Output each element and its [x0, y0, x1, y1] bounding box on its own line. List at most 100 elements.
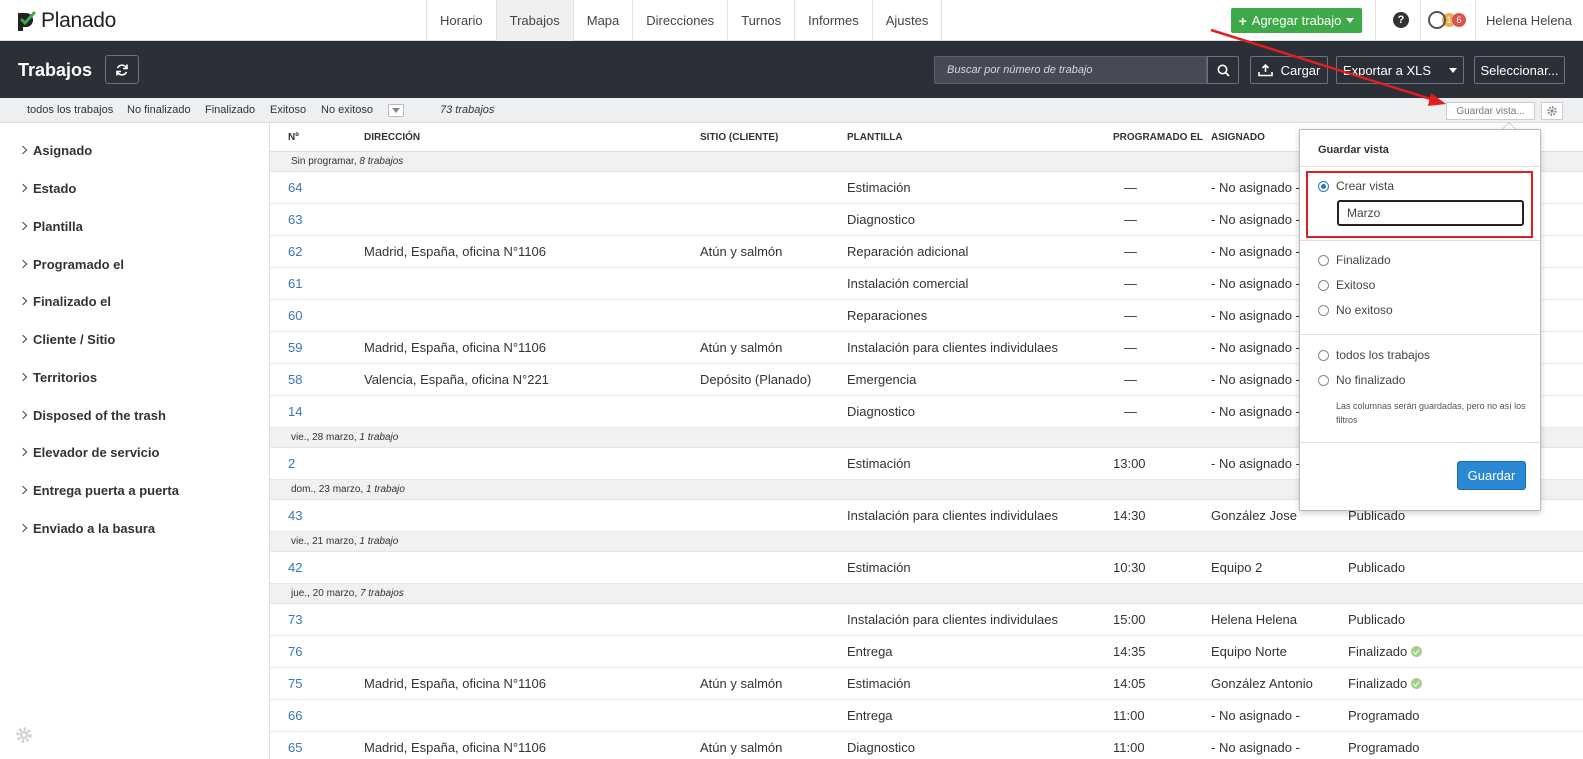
cell-text: Instalación para clientes individulaes — [847, 612, 1059, 627]
cell-num[interactable]: 63 — [288, 204, 302, 236]
sidebar-item-label: Asignado — [33, 142, 93, 158]
tab-horario[interactable]: Horario — [427, 0, 497, 41]
refresh-button[interactable] — [105, 55, 139, 84]
sidebar-filter-item[interactable]: Elevador de servicio — [18, 442, 159, 462]
save-view-button[interactable]: Guardar vista... — [1446, 102, 1535, 120]
sidebar-filter-item[interactable]: Estado — [18, 178, 76, 198]
group-count: 1 trabajo — [359, 536, 399, 547]
cell-text: Madrid, España, oficina N°1106 — [364, 340, 547, 355]
table-row[interactable]: 65 Madrid, España, oficina N°1106 Atún y s… — [270, 732, 1583, 759]
user-menu[interactable]: Helena Helena — [1486, 0, 1572, 41]
cell-num[interactable]: 75 — [288, 668, 302, 700]
cell-num[interactable]: 14 — [288, 396, 302, 428]
cell-text: Publicado — [1348, 612, 1406, 627]
filter-successful[interactable]: Exitoso — [270, 98, 306, 123]
table-row[interactable]: 66 Entrega 11:00 - No asignado - Programado — [270, 700, 1583, 732]
cell-num[interactable]: 43 — [288, 500, 302, 532]
cell-num[interactable]: 66 — [288, 700, 302, 732]
sidebar-filter-item[interactable]: Finalizado el — [18, 291, 111, 311]
sidebar-filter-item[interactable]: Territorios — [18, 367, 97, 387]
table-row[interactable]: 75 Madrid, España, oficina N°1106 Atún y s… — [270, 668, 1583, 700]
job-search-input[interactable] — [934, 56, 1207, 84]
col-number[interactable]: Nº — [288, 123, 299, 152]
cell-text: Publicado — [1348, 560, 1406, 575]
cell-site: Atún y salmón — [700, 668, 782, 700]
cell-text: - No asignado - — [1211, 456, 1300, 471]
cell-text: 14 — [288, 404, 303, 419]
sidebar-filter-item[interactable]: Asignado — [18, 140, 93, 160]
col-address[interactable]: Dirección — [364, 123, 420, 152]
cell-num[interactable]: 64 — [288, 172, 302, 204]
cell-num[interactable]: 58 — [288, 364, 302, 396]
table-row[interactable]: 42 Estimación 10:30 Equipo 2 Publicado — [270, 552, 1583, 584]
cell-num[interactable]: 59 — [288, 332, 302, 364]
radio-label: No finalizado — [1336, 373, 1406, 387]
cell-num[interactable]: 42 — [288, 552, 302, 584]
sidebar-filter-item[interactable]: Cliente / Sitio — [18, 329, 115, 349]
radio-unsuccessful[interactable]: No exitoso — [1318, 302, 1393, 318]
select-button[interactable]: Seleccionar... — [1474, 56, 1565, 84]
notifications[interactable]: 1 6 — [1428, 11, 1466, 29]
radio-all-jobs[interactable]: todos los trabajos — [1318, 347, 1430, 363]
group-date: vie., 21 marzo — [291, 536, 354, 547]
sidebar-filter-item[interactable]: Programado el — [18, 254, 124, 274]
search-button[interactable] — [1207, 56, 1239, 84]
tab-ajustes[interactable]: Ajustes — [873, 0, 943, 41]
radio-finished[interactable]: Finalizado — [1318, 252, 1391, 268]
filter-dropdown[interactable] — [388, 104, 404, 117]
tab-mapa[interactable]: Mapa — [574, 0, 634, 41]
sidebar-filter-item[interactable]: Disposed of the trash — [18, 405, 166, 425]
search-icon — [1217, 64, 1230, 77]
help-icon[interactable]: ? — [1393, 12, 1409, 28]
cell-text: Diagnostico — [847, 404, 915, 419]
add-job-button[interactable]: + Agregar trabajo — [1231, 8, 1362, 33]
status-filter-bar: todos los trabajos No finalizado Finaliz… — [0, 98, 1583, 123]
cell-num[interactable]: 2 — [288, 448, 295, 480]
cell-num[interactable]: 62 — [288, 236, 302, 268]
col-scheduled[interactable]: Programado el — [1113, 123, 1203, 152]
tab-informes[interactable]: Informes — [795, 0, 873, 41]
settings-gear-icon[interactable] — [14, 725, 34, 745]
cell-text: Reparaciones — [847, 308, 928, 323]
save-view-submit-button[interactable]: Guardar — [1457, 461, 1526, 490]
col-template[interactable]: Plantilla — [847, 123, 903, 152]
cell-num[interactable]: 60 — [288, 300, 302, 332]
tab-trabajos[interactable]: Trabajos — [496, 0, 574, 41]
cell-num[interactable]: 76 — [288, 636, 302, 668]
radio-label: Finalizado — [1336, 253, 1391, 267]
cell-num[interactable]: 65 — [288, 732, 302, 759]
sidebar-filter-item[interactable]: Plantilla — [18, 216, 83, 236]
cell-scheduled: 14:05 — [1113, 668, 1146, 700]
sidebar-filter-item[interactable]: Entrega puerta a puerta — [18, 480, 179, 500]
columns-settings-button[interactable] — [1541, 102, 1563, 120]
divider — [1420, 0, 1421, 41]
filter-not-finished[interactable]: No finalizado — [127, 98, 191, 123]
col-site[interactable]: Sitio (cliente) — [700, 123, 778, 152]
radio-successful[interactable]: Exitoso — [1318, 277, 1375, 293]
filter-all-jobs[interactable]: todos los trabajos — [27, 98, 113, 123]
divider — [1300, 240, 1540, 241]
cell-assigned: - No asignado - — [1211, 332, 1300, 364]
cell-text: Finalizado — [1348, 644, 1408, 659]
cell-num[interactable]: 61 — [288, 268, 302, 300]
table-row[interactable]: 76 Entrega 14:35 Equipo Norte Finalizado — [270, 636, 1583, 668]
filter-finished[interactable]: Finalizado — [205, 98, 255, 123]
filter-unsuccessful[interactable]: No exitoso — [321, 98, 373, 123]
cell-text: Valencia, España, oficina N°221 — [364, 372, 549, 387]
cell-address: Valencia, España, oficina N°221 — [364, 364, 549, 396]
sidebar-item-label: Plantilla — [33, 218, 83, 234]
planado-logo[interactable]: Planado — [16, 9, 116, 33]
cell-text: — — [1124, 212, 1137, 227]
cell-template: Instalación para clientes individulaes — [847, 500, 1058, 532]
cell-num[interactable]: 73 — [288, 604, 302, 636]
cell-site: Atún y salmón — [700, 732, 782, 759]
export-xls-button[interactable]: Exportar a XLS — [1336, 56, 1464, 84]
radio-not-finished[interactable]: No finalizado — [1318, 372, 1405, 388]
table-row[interactable]: 73 Instalación para clientes individulaes… — [270, 604, 1583, 636]
tab-turnos[interactable]: Turnos — [728, 0, 796, 41]
cell-assigned: - No asignado - — [1211, 268, 1300, 300]
sidebar-filter-item[interactable]: Enviado a la basura — [18, 518, 155, 538]
upload-button[interactable]: Cargar — [1250, 56, 1328, 84]
tab-direcciones[interactable]: Direcciones — [633, 0, 729, 41]
col-assigned[interactable]: Asignado — [1211, 123, 1265, 152]
